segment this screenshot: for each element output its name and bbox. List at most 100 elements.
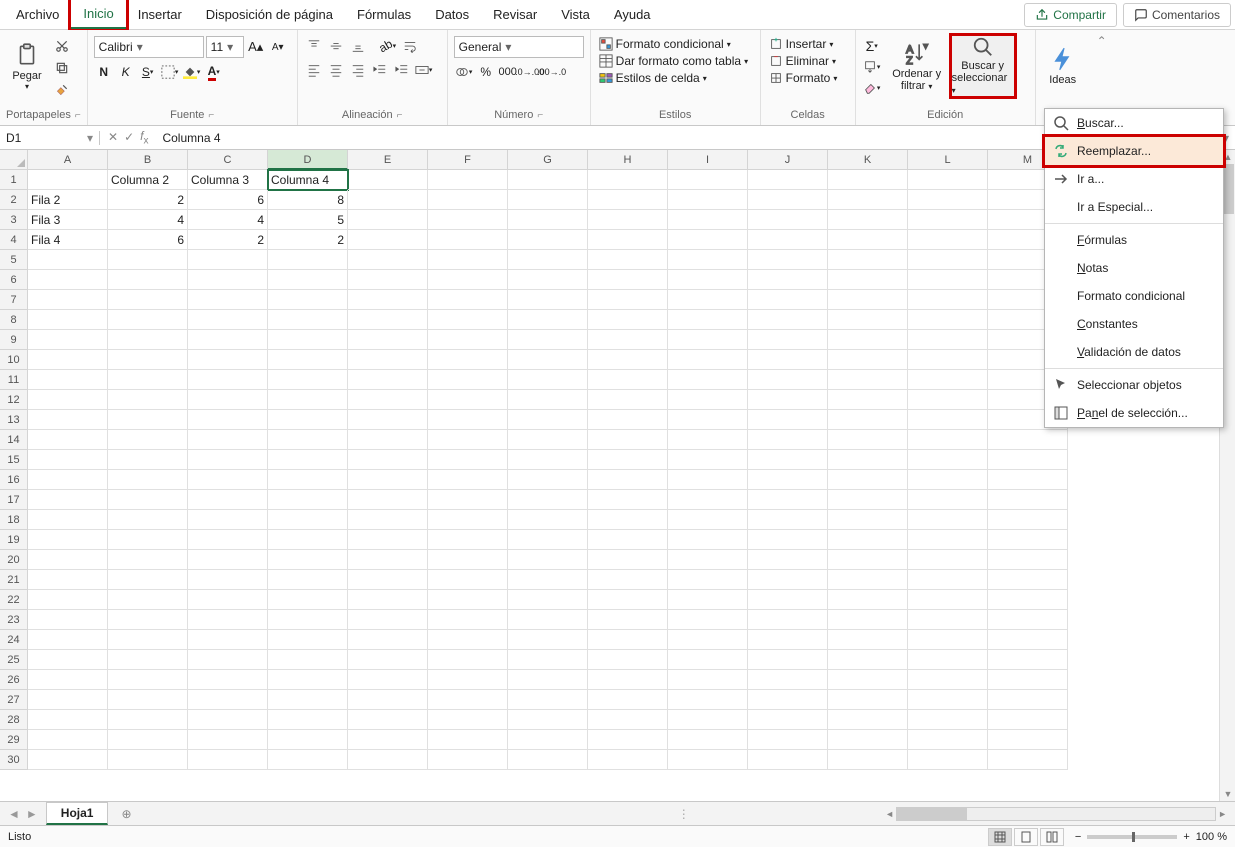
cell-J22[interactable] bbox=[748, 590, 828, 610]
collapse-ribbon-button[interactable]: ⌃ bbox=[1097, 34, 1107, 48]
tab-vista[interactable]: Vista bbox=[549, 1, 602, 28]
cell-E14[interactable] bbox=[348, 430, 428, 450]
cell-G7[interactable] bbox=[508, 290, 588, 310]
cell-H8[interactable] bbox=[588, 310, 668, 330]
cell-L18[interactable] bbox=[908, 510, 988, 530]
cell-J28[interactable] bbox=[748, 710, 828, 730]
cell-E13[interactable] bbox=[348, 410, 428, 430]
cell-D21[interactable] bbox=[268, 570, 348, 590]
cell-D3[interactable]: 5 bbox=[268, 210, 348, 230]
cell-F18[interactable] bbox=[428, 510, 508, 530]
cell-I5[interactable] bbox=[668, 250, 748, 270]
grow-font-button[interactable]: A▴ bbox=[246, 37, 266, 57]
cell-F19[interactable] bbox=[428, 530, 508, 550]
cell-E7[interactable] bbox=[348, 290, 428, 310]
menu-constantes[interactable]: Constantes bbox=[1045, 310, 1223, 338]
cell-B22[interactable] bbox=[108, 590, 188, 610]
cell-F3[interactable] bbox=[428, 210, 508, 230]
cell-H28[interactable] bbox=[588, 710, 668, 730]
cell-J6[interactable] bbox=[748, 270, 828, 290]
cell-E29[interactable] bbox=[348, 730, 428, 750]
cell-A12[interactable] bbox=[28, 390, 108, 410]
cell-K19[interactable] bbox=[828, 530, 908, 550]
cell-I4[interactable] bbox=[668, 230, 748, 250]
cell-G9[interactable] bbox=[508, 330, 588, 350]
cell-D15[interactable] bbox=[268, 450, 348, 470]
cell-K27[interactable] bbox=[828, 690, 908, 710]
cell-H11[interactable] bbox=[588, 370, 668, 390]
cell-M19[interactable] bbox=[988, 530, 1068, 550]
cell-H17[interactable] bbox=[588, 490, 668, 510]
cut-button[interactable] bbox=[52, 36, 72, 56]
cell-D19[interactable] bbox=[268, 530, 348, 550]
tab-inicio[interactable]: Inicio bbox=[71, 0, 125, 29]
cell-C28[interactable] bbox=[188, 710, 268, 730]
cell-M27[interactable] bbox=[988, 690, 1068, 710]
cell-G13[interactable] bbox=[508, 410, 588, 430]
cell-D11[interactable] bbox=[268, 370, 348, 390]
row-header-24[interactable]: 24 bbox=[0, 630, 27, 650]
cell-E5[interactable] bbox=[348, 250, 428, 270]
cell-I11[interactable] bbox=[668, 370, 748, 390]
row-header-22[interactable]: 22 bbox=[0, 590, 27, 610]
cell-L12[interactable] bbox=[908, 390, 988, 410]
cell-J29[interactable] bbox=[748, 730, 828, 750]
copy-button[interactable] bbox=[52, 58, 72, 78]
cell-K2[interactable] bbox=[828, 190, 908, 210]
cell-B12[interactable] bbox=[108, 390, 188, 410]
cell-C9[interactable] bbox=[188, 330, 268, 350]
cell-M28[interactable] bbox=[988, 710, 1068, 730]
fill-color-button[interactable]: ▾ bbox=[182, 62, 202, 82]
cell-B8[interactable] bbox=[108, 310, 188, 330]
cell-M16[interactable] bbox=[988, 470, 1068, 490]
cell-H12[interactable] bbox=[588, 390, 668, 410]
cell-H9[interactable] bbox=[588, 330, 668, 350]
cell-A16[interactable] bbox=[28, 470, 108, 490]
tab-archivo[interactable]: Archivo bbox=[4, 1, 71, 28]
cell-G28[interactable] bbox=[508, 710, 588, 730]
cell-G20[interactable] bbox=[508, 550, 588, 570]
tab-datos[interactable]: Datos bbox=[423, 1, 481, 28]
cell-D23[interactable] bbox=[268, 610, 348, 630]
percent-button[interactable]: % bbox=[476, 62, 496, 82]
font-name-combo[interactable]: Calibri▾ bbox=[94, 36, 204, 58]
menu-reemplazar[interactable]: Reemplazar... bbox=[1045, 137, 1223, 165]
cell-G5[interactable] bbox=[508, 250, 588, 270]
cell-A13[interactable] bbox=[28, 410, 108, 430]
comments-button[interactable]: Comentarios bbox=[1123, 3, 1231, 27]
conditional-format-button[interactable]: Formato condicional ▾ bbox=[597, 36, 733, 52]
cell-H15[interactable] bbox=[588, 450, 668, 470]
tab-insertar[interactable]: Insertar bbox=[126, 1, 194, 28]
cell-E11[interactable] bbox=[348, 370, 428, 390]
row-header-3[interactable]: 3 bbox=[0, 210, 27, 230]
cancel-formula-button[interactable]: ✕ bbox=[108, 130, 118, 144]
cell-J23[interactable] bbox=[748, 610, 828, 630]
underline-button[interactable]: S▾ bbox=[138, 62, 158, 82]
cell-F9[interactable] bbox=[428, 330, 508, 350]
cell-C22[interactable] bbox=[188, 590, 268, 610]
cell-M15[interactable] bbox=[988, 450, 1068, 470]
cell-C6[interactable] bbox=[188, 270, 268, 290]
cell-J14[interactable] bbox=[748, 430, 828, 450]
cell-C17[interactable] bbox=[188, 490, 268, 510]
cell-H1[interactable] bbox=[588, 170, 668, 190]
cell-A20[interactable] bbox=[28, 550, 108, 570]
cell-A17[interactable] bbox=[28, 490, 108, 510]
col-header-E[interactable]: E bbox=[348, 150, 428, 170]
cell-D14[interactable] bbox=[268, 430, 348, 450]
cell-L2[interactable] bbox=[908, 190, 988, 210]
cell-H30[interactable] bbox=[588, 750, 668, 770]
cell-M18[interactable] bbox=[988, 510, 1068, 530]
cell-C25[interactable] bbox=[188, 650, 268, 670]
cell-I7[interactable] bbox=[668, 290, 748, 310]
align-right-button[interactable] bbox=[348, 60, 368, 80]
currency-button[interactable]: ▾ bbox=[454, 62, 474, 82]
outdent-button[interactable] bbox=[370, 60, 390, 80]
cell-I21[interactable] bbox=[668, 570, 748, 590]
cell-M17[interactable] bbox=[988, 490, 1068, 510]
fx-button[interactable]: fx bbox=[140, 129, 148, 146]
cell-K26[interactable] bbox=[828, 670, 908, 690]
cell-B14[interactable] bbox=[108, 430, 188, 450]
sheet-tab-hoja1[interactable]: Hoja1 bbox=[46, 802, 109, 825]
cell-I14[interactable] bbox=[668, 430, 748, 450]
